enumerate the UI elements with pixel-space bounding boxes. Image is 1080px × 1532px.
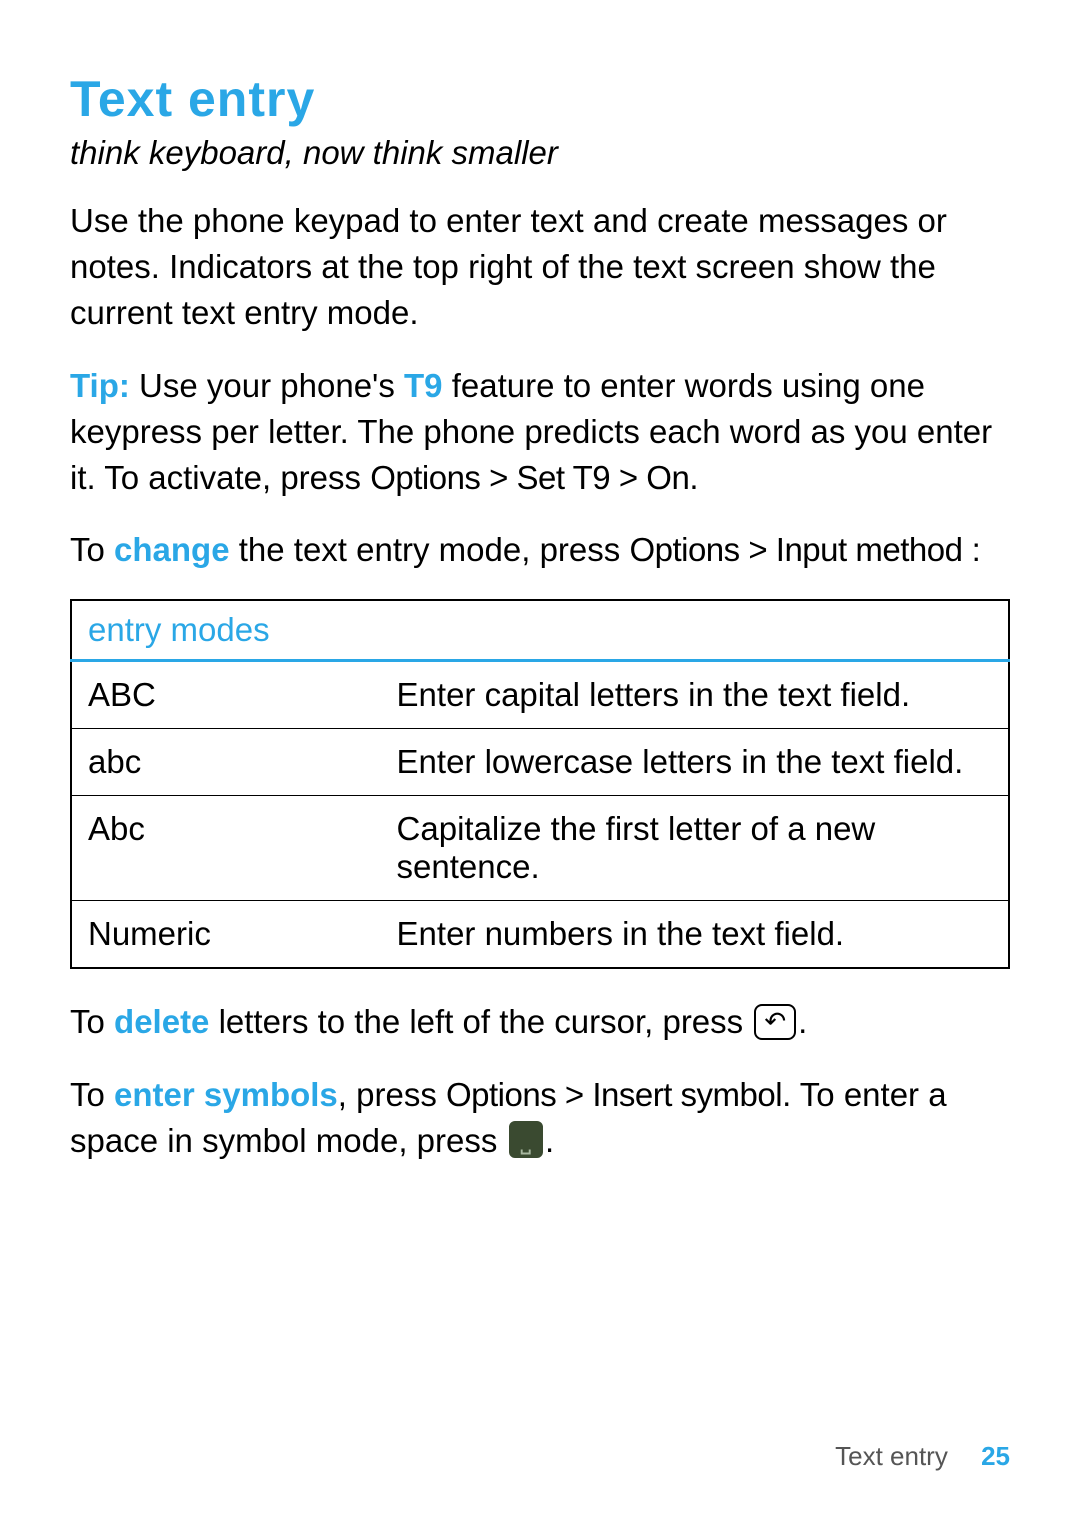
entry-modes-table: entry modes ABC Enter capital letters in… — [70, 599, 1010, 969]
symbols-text-1: To — [70, 1076, 114, 1113]
tip-menu-options: Options — [370, 459, 480, 496]
tip-menu-on: On — [646, 459, 689, 496]
table-row: Numeric Enter numbers in the text field. — [71, 901, 1009, 969]
space-key-icon: ⎵ — [509, 1121, 543, 1158]
mode-cell: abc — [71, 729, 381, 796]
desc-cell: Enter capital letters in the text field. — [381, 661, 1009, 729]
table-row: Abc Capitalize the first letter of a new… — [71, 796, 1009, 901]
change-keyword: change — [114, 531, 230, 568]
symbols-keyword: enter symbols — [114, 1076, 338, 1113]
tip-paragraph: Tip: Use your phone's T9 feature to ente… — [70, 363, 1010, 502]
change-end: : — [962, 531, 980, 568]
delete-text-1: To — [70, 1003, 114, 1040]
desc-cell: Enter numbers in the text field. — [381, 901, 1009, 969]
tip-label: Tip: — [70, 367, 130, 404]
intro-paragraph: Use the phone keypad to enter text and c… — [70, 198, 1010, 337]
change-sep-1: > — [740, 531, 776, 568]
tip-sep-2: > — [610, 459, 646, 496]
mode-cell: ABC — [71, 661, 381, 729]
table-row: ABC Enter capital letters in the text fi… — [71, 661, 1009, 729]
tagline: think keyboard, now think smaller — [70, 134, 1010, 172]
change-paragraph: To change the text entry mode, press Opt… — [70, 527, 1010, 573]
page-heading: Text entry — [70, 70, 1010, 128]
symbols-paragraph: To enter symbols, press Options > Insert… — [70, 1072, 1010, 1164]
tip-sep-1: > — [480, 459, 516, 496]
document-page: Text entry think keyboard, now think sma… — [0, 0, 1080, 1532]
desc-cell: Capitalize the first letter of a new sen… — [381, 796, 1009, 901]
tip-t9: T9 — [404, 367, 443, 404]
delete-keyword: delete — [114, 1003, 209, 1040]
delete-paragraph: To delete letters to the left of the cur… — [70, 999, 1010, 1045]
page-footer: Text entry 25 — [835, 1441, 1010, 1472]
footer-section: Text entry — [835, 1441, 948, 1471]
delete-end: . — [798, 1003, 807, 1040]
change-menu-options: Options — [629, 531, 739, 568]
mode-cell: Numeric — [71, 901, 381, 969]
symbols-text-2: , press — [338, 1076, 446, 1113]
tip-text-1: Use your phone's — [130, 367, 404, 404]
tip-menu-set-t9: Set T9 — [517, 459, 611, 496]
mode-cell: Abc — [71, 796, 381, 901]
change-text-1: To — [70, 531, 114, 568]
table-header: entry modes — [71, 600, 1009, 661]
symbols-end: . — [545, 1122, 554, 1159]
change-text-2: the text entry mode, press — [230, 531, 630, 568]
tip-end: . — [689, 459, 698, 496]
back-key-icon: ↶ — [754, 1004, 796, 1040]
footer-page-number: 25 — [981, 1441, 1010, 1471]
symbols-menu-insert-symbol: Insert symbol — [592, 1076, 782, 1113]
symbols-sep-1: > — [556, 1076, 592, 1113]
change-menu-input-method: Input method — [776, 531, 963, 568]
table-row: abc Enter lowercase letters in the text … — [71, 729, 1009, 796]
table-header-row: entry modes — [71, 600, 1009, 661]
delete-text-2: letters to the left of the cursor, press — [209, 1003, 752, 1040]
symbols-menu-options: Options — [446, 1076, 556, 1113]
desc-cell: Enter lowercase letters in the text fiel… — [381, 729, 1009, 796]
